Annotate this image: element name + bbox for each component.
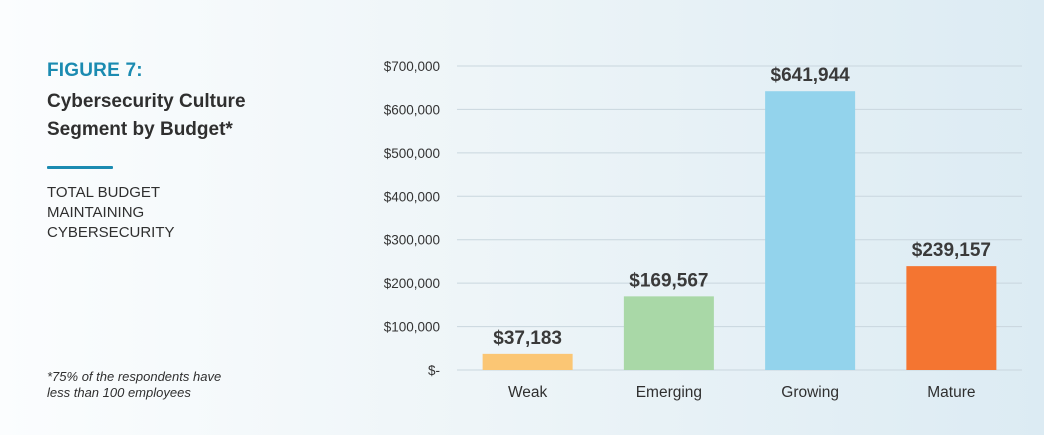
- bar-growing: [765, 91, 856, 370]
- figure-caption-panel: FIGURE 7: Cybersecurity Culture Segment …: [47, 60, 317, 243]
- figure-subtitle: TOTAL BUDGET MAINTAINING CYBERSECURITY: [47, 183, 237, 243]
- x-category-label: Weak: [508, 384, 548, 401]
- subtitle-line-3: CYBERSECURITY: [47, 224, 175, 241]
- data-label: $641,944: [771, 65, 851, 86]
- subtitle-line-2: MAINTAINING: [47, 204, 145, 221]
- data-label: $239,157: [912, 240, 991, 261]
- y-tick-label: $-: [428, 363, 440, 378]
- y-tick-label: $100,000: [384, 320, 440, 335]
- data-label: $37,183: [493, 328, 562, 349]
- y-tick-label: $300,000: [384, 233, 440, 248]
- accent-divider: [47, 166, 113, 169]
- bar-chart: $- $100,000 $200,000 $300,000 $400,000 $500,0…: [384, 59, 1022, 401]
- bar-weak: [482, 353, 573, 370]
- y-tick-label: $600,000: [384, 102, 440, 117]
- figure-title: Cybersecurity Culture Segment by Budget*: [47, 88, 317, 144]
- bar-mature: [906, 266, 997, 370]
- y-tick-label: $200,000: [384, 276, 440, 291]
- x-category-label: Mature: [927, 384, 975, 401]
- y-tick-label: $500,000: [384, 146, 440, 161]
- x-category-label: Growing: [781, 384, 839, 401]
- footnote: *75% of the respondents have less than 1…: [47, 369, 297, 401]
- subtitle-line-1: TOTAL BUDGET: [47, 184, 161, 201]
- x-category-label: Emerging: [636, 384, 702, 401]
- figure-number: FIGURE 7:: [47, 60, 143, 81]
- figure-title-line-1: Cybersecurity Culture: [47, 91, 246, 112]
- footnote-line-1: *75% of the respondents have: [47, 369, 222, 384]
- data-label: $169,567: [629, 270, 708, 291]
- figure-page: FIGURE 7: Cybersecurity Culture Segment …: [0, 0, 1044, 435]
- bar-emerging: [623, 296, 714, 370]
- y-tick-label: $400,000: [384, 189, 440, 204]
- y-tick-label: $700,000: [384, 59, 440, 74]
- figure-title-line-2: Segment by Budget*: [47, 119, 233, 140]
- footnote-line-2: less than 100 employees: [47, 385, 191, 400]
